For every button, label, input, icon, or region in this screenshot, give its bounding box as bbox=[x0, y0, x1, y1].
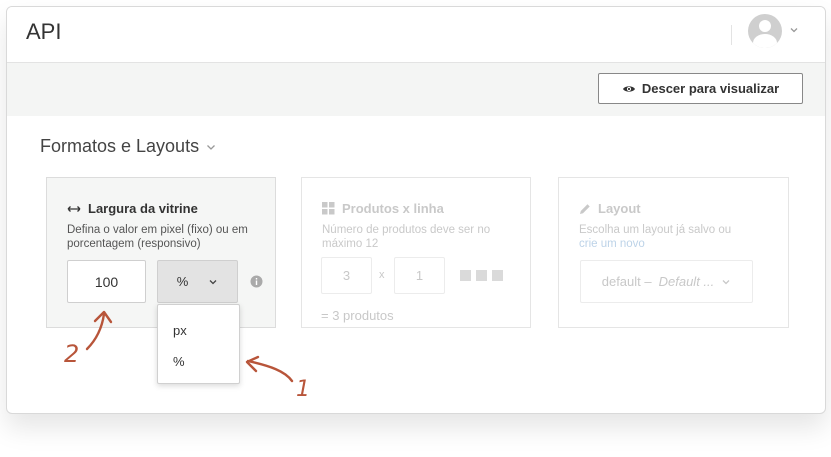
preview-square-icon bbox=[492, 270, 503, 281]
rows-input[interactable]: 3 bbox=[321, 257, 372, 294]
layout-select[interactable]: default – Default ... bbox=[580, 260, 753, 303]
card-title-text: Produtos x linha bbox=[342, 201, 444, 216]
toolbar: Descer para visualizar bbox=[7, 63, 825, 116]
card-title: Produtos x linha bbox=[322, 201, 444, 216]
eye-icon bbox=[622, 85, 635, 92]
avatar-body bbox=[753, 34, 777, 48]
grid-icon bbox=[322, 202, 335, 215]
header-divider bbox=[731, 25, 732, 45]
unit-option-percent[interactable]: % bbox=[173, 354, 185, 369]
card-products-per-row[interactable]: Produtos x linha Número de produtos deve… bbox=[301, 177, 531, 328]
horizontal-arrows-icon bbox=[67, 205, 81, 212]
unit-select-value: % bbox=[176, 274, 189, 289]
unit-option-px[interactable]: px bbox=[173, 323, 187, 338]
card-title: Layout bbox=[579, 201, 641, 216]
unit-dropdown-menu: px % bbox=[157, 304, 240, 384]
times-separator: x bbox=[379, 269, 385, 281]
card-description: Defina o valor em pixel (fixo) ou em por… bbox=[67, 224, 248, 250]
card-description: Escolha um layout já salvo ou crie um no… bbox=[579, 223, 779, 251]
info-icon[interactable] bbox=[250, 275, 263, 288]
width-value-input[interactable]: 100 bbox=[67, 260, 146, 303]
layout-select-name: Default ... bbox=[658, 274, 715, 289]
app-window: API Descer para visualizar Formatos e La… bbox=[6, 6, 826, 414]
scroll-to-preview-button[interactable]: Descer para visualizar bbox=[598, 73, 803, 104]
pencil-icon bbox=[580, 203, 590, 214]
section-title-text: Formatos e Layouts bbox=[40, 136, 200, 156]
chevron-down-icon bbox=[207, 144, 216, 150]
section-title[interactable]: Formatos e Layouts bbox=[40, 136, 217, 157]
layout-description-text: Escolha um layout já salvo ou bbox=[579, 224, 732, 236]
preview-square-icon bbox=[476, 270, 487, 281]
products-summary: = 3 produtos bbox=[321, 308, 394, 323]
card-layout[interactable]: Layout Escolha um layout já salvo ou cri… bbox=[558, 177, 789, 328]
user-avatar-icon[interactable] bbox=[748, 14, 782, 48]
chevron-down-icon bbox=[722, 279, 730, 284]
chevron-down-icon bbox=[209, 279, 217, 284]
card-title: Largura da vitrine bbox=[67, 201, 198, 216]
columns-input[interactable]: 1 bbox=[394, 257, 445, 294]
card-description: Número de produtos deve ser no máximo 12 bbox=[322, 224, 491, 250]
app-header: API bbox=[7, 7, 825, 63]
avatar-head bbox=[759, 20, 771, 32]
chevron-down-icon[interactable] bbox=[788, 24, 800, 36]
create-layout-link[interactable]: crie um novo bbox=[579, 238, 645, 250]
layout-select-prefix: default – bbox=[601, 274, 652, 289]
preview-square-icon bbox=[460, 270, 471, 281]
scroll-button-label: Descer para visualizar bbox=[641, 81, 780, 96]
unit-select[interactable]: % bbox=[157, 260, 238, 303]
card-title-text: Largura da vitrine bbox=[88, 201, 198, 216]
card-title-text: Layout bbox=[598, 201, 641, 216]
app-title: API bbox=[26, 19, 62, 44]
